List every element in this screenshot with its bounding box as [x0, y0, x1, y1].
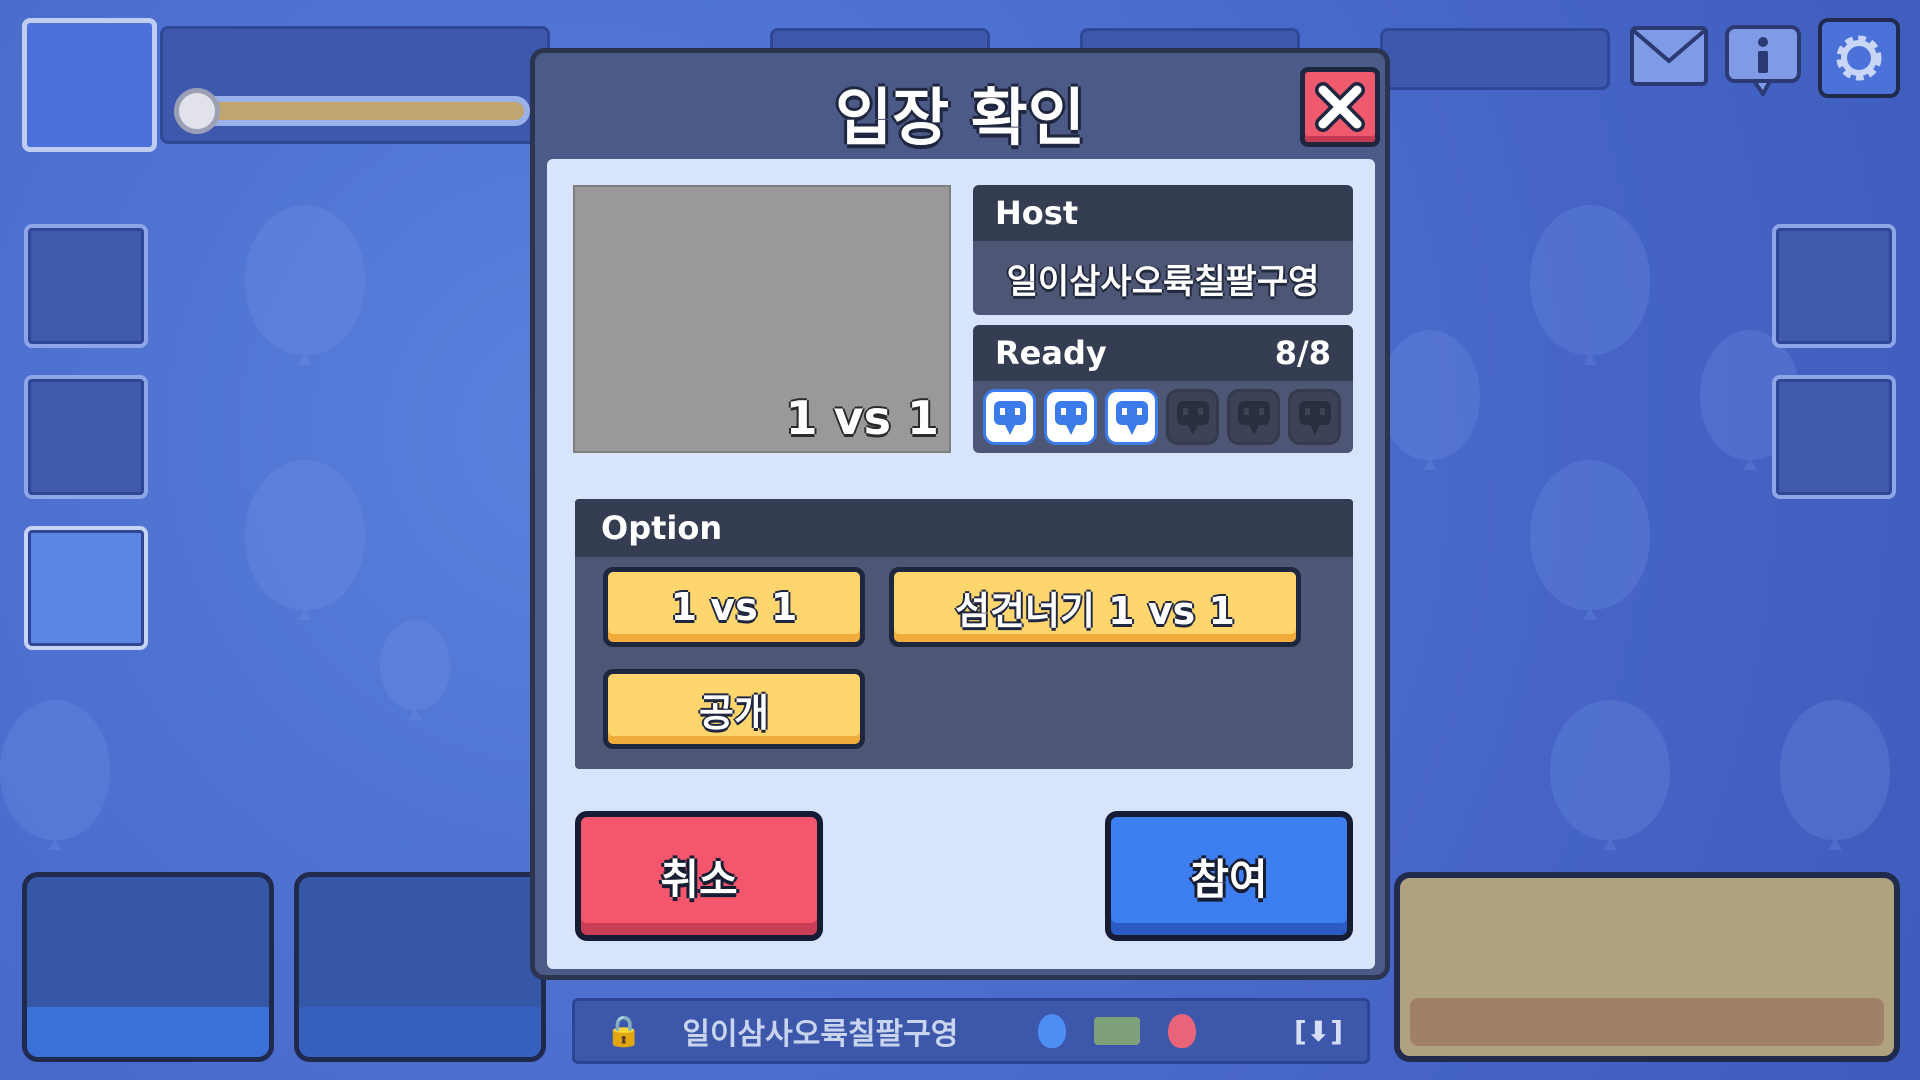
left-slot-3[interactable]: [24, 526, 148, 650]
level-progress-knob: [174, 88, 220, 134]
left-slot-2[interactable]: [24, 375, 148, 499]
bottom-card-1[interactable]: [22, 872, 274, 1062]
room-list-row[interactable]: 🔒 일이삼사오륙칠팔구영 [⬇]: [572, 998, 1370, 1064]
bottom-card-2[interactable]: [294, 872, 546, 1062]
dialog-body: 1 vs 1 Host 일이삼사오륙칠팔구영 Ready 8/8 Option …: [547, 159, 1375, 969]
host-panel: Host 일이삼사오륙칠팔구영: [973, 185, 1353, 315]
player-icon: [1298, 401, 1331, 435]
ready-panel: Ready 8/8: [973, 325, 1353, 453]
lock-icon: 🔒: [605, 1013, 643, 1049]
ready-slots: [973, 381, 1353, 453]
level-progress-track: [175, 96, 530, 126]
right-slot-2[interactable]: [1772, 375, 1896, 499]
join-button[interactable]: 참여: [1105, 811, 1353, 941]
close-button[interactable]: [1300, 67, 1380, 147]
player-slot-1: [983, 389, 1036, 445]
blue-balloon-icon: [1038, 1014, 1067, 1048]
player-slot-4: [1166, 389, 1219, 445]
player-icon: [1054, 401, 1087, 435]
entry-confirm-dialog: 입장 확인 1 vs 1 Host 일이삼사오륙칠팔구영 Ready 8/8 O…: [530, 48, 1390, 980]
settings-button[interactable]: [1818, 18, 1900, 98]
option-mode-button[interactable]: 1 vs 1: [603, 567, 865, 647]
right-slot-1[interactable]: [1772, 224, 1896, 348]
dialog-title: 입장 확인: [835, 81, 1085, 154]
player-slot-2: [1044, 389, 1097, 445]
info-button[interactable]: [1724, 24, 1802, 96]
player-slot-5: [1227, 389, 1280, 445]
ready-count: 8/8: [1274, 334, 1331, 372]
map-icon: [1094, 1017, 1141, 1045]
ready-header: Ready: [995, 334, 1107, 372]
currency-bar-3: [1380, 28, 1610, 90]
profile-slot[interactable]: [22, 18, 157, 152]
player-icon: [1237, 401, 1270, 435]
option-map-button[interactable]: 섬건너기 1 vs 1: [889, 567, 1301, 647]
gear-icon: [1836, 35, 1882, 81]
option-header: Option: [575, 499, 1353, 557]
mail-button[interactable]: [1628, 24, 1710, 88]
red-balloon-icon: [1168, 1014, 1197, 1048]
mail-icon: [1630, 26, 1708, 86]
close-icon: [1315, 82, 1365, 132]
map-thumbnail: 1 vs 1: [573, 185, 951, 453]
option-visibility-button[interactable]: 공개: [603, 669, 865, 749]
player-icon: [1115, 401, 1148, 435]
host-header: Host: [995, 194, 1079, 232]
host-name: 일이삼사오륙칠팔구영: [973, 241, 1353, 315]
player-slot-3: [1105, 389, 1158, 445]
download-icon[interactable]: [⬇]: [1294, 1015, 1343, 1048]
room-name: 일이삼사오륙칠팔구영: [682, 1017, 959, 1052]
player-slot-6: [1288, 389, 1341, 445]
chest-card[interactable]: [1394, 872, 1900, 1062]
player-icon: [1176, 401, 1209, 435]
cancel-button[interactable]: 취소: [575, 811, 823, 941]
level-panel: [160, 26, 550, 144]
map-mode-label: 1 vs 1: [785, 391, 939, 445]
left-slot-1[interactable]: [24, 224, 148, 348]
info-icon: [1725, 25, 1801, 96]
option-panel: Option 1 vs 1 섬건너기 1 vs 1 공개: [575, 499, 1353, 769]
player-icon: [993, 401, 1026, 435]
